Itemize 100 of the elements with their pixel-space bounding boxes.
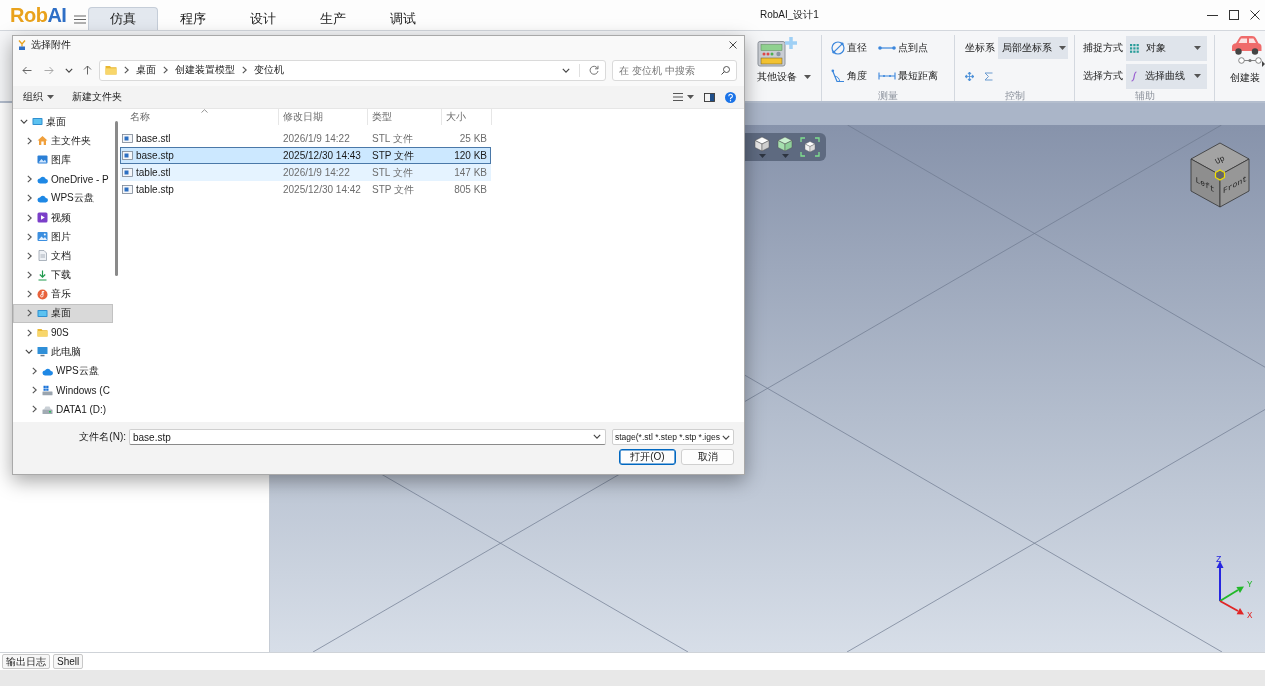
field-label: 文件名(N): [78,430,127,444]
axis-label: Y [1247,580,1253,590]
angle-icon [831,69,845,83]
field-label: 选择方式 [1083,69,1123,83]
chevron-down-icon [593,434,601,439]
ribbon-tab[interactable]: 生产 [298,7,368,30]
chevron-right-icon[interactable] [31,386,37,395]
column-header[interactable]: 类型 [368,109,442,125]
file-row[interactable]: base.stp 2025/12/30 14:43 STP 文件 120 KB [120,147,491,164]
file-row[interactable]: table.stl 2026/1/9 14:22 STL 文件 147 KB [120,164,491,181]
refresh-button[interactable] [589,65,599,75]
file-date: 2025/12/30 14:43 [282,150,362,161]
column-header[interactable]: 大小 [442,109,492,125]
search-field[interactable]: 在 变位机 中搜索 [612,59,737,81]
nav-item[interactable]: 此电脑 [13,342,113,362]
chevron-right-icon[interactable] [26,175,32,184]
measure-tool-button[interactable]: 点到点 [878,41,928,55]
chevron-right-icon[interactable] [31,367,37,376]
chevron-down-icon[interactable] [20,119,28,125]
nav-item[interactable]: 图库 [13,150,113,170]
chevron-right-icon[interactable] [26,309,32,318]
sigma-button[interactable] [984,71,993,81]
cancel-button[interactable]: 取消 [681,449,734,465]
nav-item[interactable]: 音乐 [13,284,113,304]
sigma-icon [984,71,993,81]
address-bar[interactable]: 桌面 创建装置模型 变位机 [99,59,606,81]
create-button[interactable]: 创建装 [1230,35,1262,85]
mode-dropdown[interactable]: 对象 [1126,35,1207,61]
minimize-icon [1206,14,1218,16]
chevron-down-icon [562,67,570,73]
ribbon-tab[interactable]: 程序 [158,7,228,30]
ribbon-tab[interactable]: 仿真 [88,7,158,30]
chevron-right-icon[interactable] [26,136,32,145]
breadcrumb-item[interactable]: 创建装置模型 [175,63,235,77]
nav-item[interactable]: 桌面 [13,112,113,132]
nav-item[interactable]: 下载 [13,265,113,285]
ribbon-tab[interactable]: 设计 [228,7,298,30]
file-type: STL 文件 [371,165,414,180]
panel-tab[interactable]: 输出日志 [2,654,50,669]
file-icon [122,185,133,194]
download-icon [37,269,48,281]
nav-item[interactable]: 视频 [13,207,113,228]
measure-tool-button[interactable]: 角度 [831,69,867,83]
nav-item[interactable]: DATA1 (D:) [13,399,113,419]
nav-item[interactable]: Windows (C [13,380,113,400]
cube-face-label: Up [1213,153,1227,166]
move-button[interactable] [965,71,974,81]
chevron-right-icon[interactable] [26,328,32,337]
column-header[interactable]: 名称 [119,109,279,125]
measure-tool-button[interactable]: 直径 [831,41,867,55]
mode-dropdown[interactable]: 选择曲线 [1126,63,1207,89]
file-row[interactable]: base.stl 2026/1/9 14:22 STL 文件 25 KB [120,130,491,147]
nav-item[interactable]: WPS云盘 [13,188,113,208]
nav-item[interactable]: 90S [13,323,113,343]
chevron-right-icon[interactable] [31,405,37,414]
display-mode-button[interactable] [754,136,770,158]
chevron-down-icon [722,434,730,440]
coordinate-dropdown[interactable]: 局部坐标系 [998,37,1068,59]
organize-button[interactable]: 组织 [23,90,54,104]
chevron-right-icon[interactable] [26,232,32,241]
scroll-right-icon[interactable] [1262,61,1265,67]
chevron-right-icon[interactable] [26,251,32,260]
preview-pane-button[interactable] [704,92,715,102]
view-options-button[interactable] [673,93,694,101]
chevron-right-icon[interactable] [26,290,32,299]
nav-item[interactable]: 图片 [13,227,113,247]
measure-tool-button[interactable]: 最短距离 [878,69,938,83]
scrollbar[interactable] [115,121,118,276]
file-type-dropdown[interactable]: stage(*.stl *.step *.stp *.iges [612,429,734,445]
column-header[interactable]: 修改日期 [279,109,368,125]
chevron-right-icon[interactable] [26,213,32,222]
nav-item[interactable]: 文档 [13,246,113,266]
arrow-right-icon [44,65,54,75]
filename-field[interactable]: base.stp [129,429,606,445]
nav-item[interactable]: OneDrive - P [13,169,113,189]
help-button[interactable] [725,91,736,103]
ribbon-tab[interactable]: 调试 [368,7,438,30]
menu-icon[interactable] [74,15,86,24]
file-row[interactable]: table.stp 2025/12/30 14:42 STP 文件 805 KB [120,181,491,198]
breadcrumb-item[interactable]: 桌面 [136,63,156,77]
axis-label: Z [1216,555,1222,565]
breadcrumb-item[interactable]: 变位机 [254,63,284,77]
arrow-up-icon [82,65,92,75]
chevron-down-icon[interactable] [25,349,33,355]
nav-item[interactable]: WPS云盘 [13,361,113,381]
chevron-right-icon[interactable] [26,194,32,203]
desktop-icon [37,307,48,319]
nav-item[interactable]: 桌面 [13,303,113,324]
file-size: 120 KB [453,150,488,161]
file-type: STP 文件 [371,148,416,163]
open-button[interactable]: 打开(O) [619,449,676,465]
color-mode-button[interactable] [777,136,793,158]
caret-icon [687,95,694,99]
chain-icon [1238,57,1262,64]
panel-tab[interactable]: Shell [53,654,84,669]
other-devices-button[interactable]: 其他设备 [757,37,811,84]
nav-item[interactable]: 主文件夹 [13,131,113,151]
chevron-right-icon[interactable] [26,271,32,280]
new-folder-button[interactable]: 新建文件夹 [72,90,122,104]
fit-view-button[interactable] [800,137,820,157]
